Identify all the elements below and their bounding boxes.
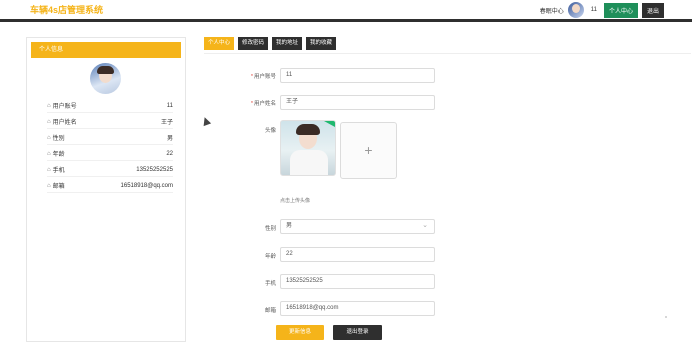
email-label: 邮箱 xyxy=(264,308,276,314)
user-icon: ⌂ xyxy=(47,102,51,109)
phone-field[interactable]: 13525252525 xyxy=(280,274,435,289)
header-divider xyxy=(0,19,692,22)
header-right: 春眠中心 11 个人中心 退出 xyxy=(540,1,664,19)
profile-avatar xyxy=(90,63,121,94)
top-header: 车辆4s店管理系统 春眠中心 11 个人中心 退出 xyxy=(0,0,692,22)
info-label: 用户账号 xyxy=(52,104,77,110)
profile-card-title: 个人信息 xyxy=(31,42,181,58)
logout-button[interactable]: 退出 xyxy=(641,2,664,18)
info-row-account: ⌂ 用户账号 11 xyxy=(47,99,173,113)
info-value: 22 xyxy=(166,150,173,157)
info-value: 16518918@qq.com xyxy=(120,182,173,189)
phone-label: 手机 xyxy=(264,281,276,287)
age-label: 年龄 xyxy=(264,254,276,260)
age-field[interactable]: 22 xyxy=(280,247,435,262)
gender-label: 性别 xyxy=(264,226,276,232)
gender-select-value: 男 xyxy=(286,223,293,229)
account-label: *用户账号 xyxy=(250,74,276,80)
user-icon: ⌂ xyxy=(47,118,51,125)
tab-personal-center[interactable]: 个人中心 xyxy=(204,37,235,50)
tab-change-password[interactable]: 修改密码 xyxy=(238,37,269,50)
tab-my-address[interactable]: 我的地址 xyxy=(272,37,303,50)
personal-center-button[interactable]: 个人中心 xyxy=(603,2,638,18)
info-label: 性别 xyxy=(52,136,65,142)
info-value: 13525252525 xyxy=(136,166,173,173)
decorative-dot xyxy=(665,316,667,318)
user-icon: ⌂ xyxy=(47,166,51,173)
info-label: 年龄 xyxy=(52,152,65,158)
user-icon: ⌂ xyxy=(47,134,51,141)
user-icon: ⌂ xyxy=(47,182,51,189)
center-tabs: 个人中心 修改密码 我的地址 我的收藏 xyxy=(204,37,337,50)
avatar-label: 头像 xyxy=(264,128,276,134)
user-icon: ⌂ xyxy=(47,150,51,157)
info-value: 王子 xyxy=(160,120,173,126)
info-value: 男 xyxy=(166,136,173,142)
info-row-gender: ⌂ 性别 男 xyxy=(47,131,173,145)
info-row-email: ⌂ 邮箱 16518918@qq.com xyxy=(47,179,173,193)
info-label: 邮箱 xyxy=(52,184,65,190)
header-avatar[interactable] xyxy=(567,2,584,18)
gender-select[interactable]: 男 xyxy=(280,219,435,234)
brand-title[interactable]: 车辆4s店管理系统 xyxy=(30,3,103,16)
header-username: 11 xyxy=(590,7,597,13)
email-field[interactable]: 16518918@qq.com xyxy=(280,301,435,316)
account-field[interactable]: 11 xyxy=(280,68,435,83)
spring-center-link[interactable]: 春眠中心 xyxy=(540,6,564,15)
info-value: 11 xyxy=(166,102,173,109)
avatar-preview[interactable] xyxy=(280,120,336,176)
name-label: *用户姓名 xyxy=(250,101,276,107)
info-row-name: ⌂ 用户姓名 王子 xyxy=(47,115,173,129)
info-label: 手机 xyxy=(52,168,65,174)
upload-plus-icon[interactable]: + xyxy=(340,122,397,179)
profile-card: 个人信息 ⌂ 用户账号 11 ⌂ 用户姓名 王子 ⌂ 性别 男 ⌂ 年龄 22 ⌂ 手机 … xyxy=(26,37,186,342)
name-field[interactable]: 王子 xyxy=(280,95,435,110)
info-label: 用户姓名 xyxy=(52,120,77,126)
mouse-cursor-icon xyxy=(200,115,212,127)
update-info-button[interactable]: 更新信息 xyxy=(276,325,324,340)
info-row-age: ⌂ 年龄 22 xyxy=(47,147,173,161)
upload-tip: 点击上传头像 xyxy=(280,198,311,204)
logout-login-button[interactable]: 退出登录 xyxy=(333,325,382,340)
tabs-divider xyxy=(204,53,691,54)
info-row-phone: ⌂ 手机 13525252525 xyxy=(47,163,173,177)
upload-success-icon xyxy=(324,121,335,127)
tab-my-favorites[interactable]: 我的收藏 xyxy=(306,37,337,50)
